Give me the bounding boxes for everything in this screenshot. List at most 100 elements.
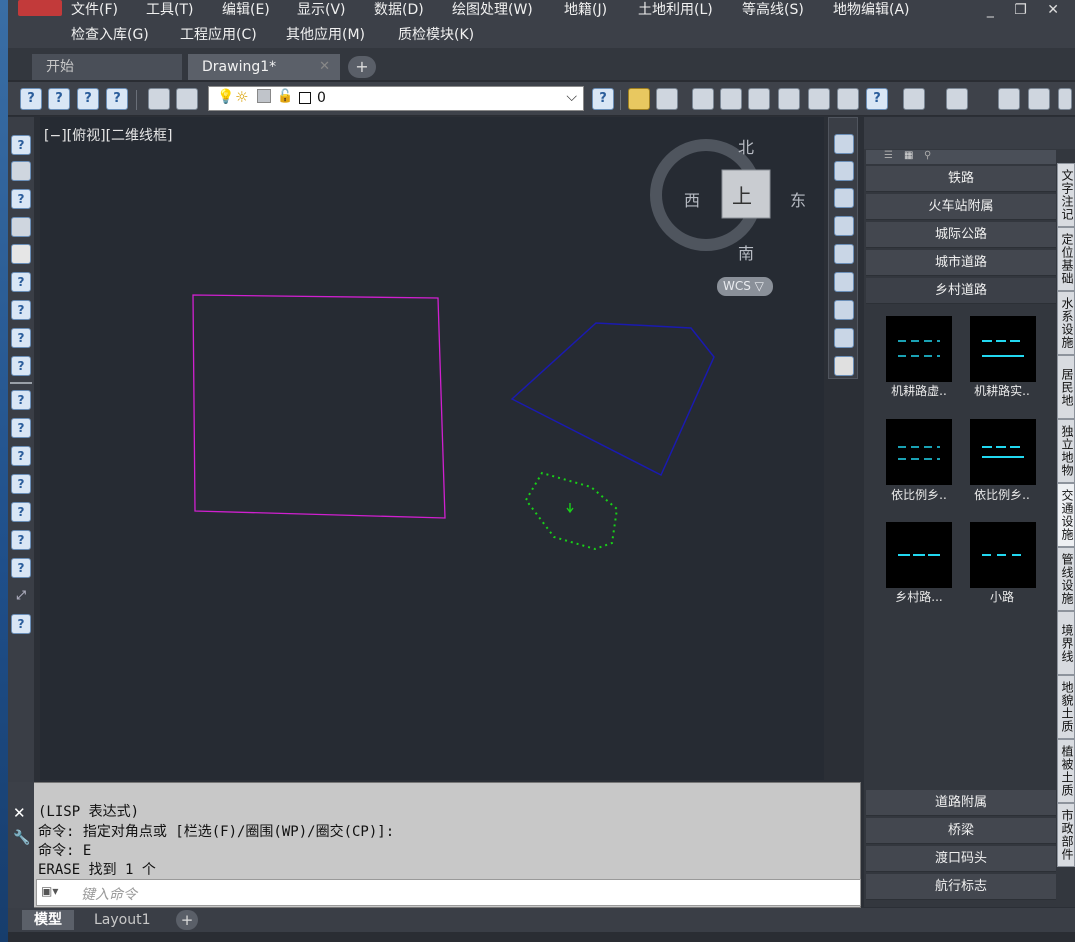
menu-feature-edit[interactable]: 地物编辑(A)	[833, 0, 910, 20]
category-ferry-dock[interactable]: 渡口码头	[866, 846, 1056, 872]
pan-hand-icon[interactable]	[720, 88, 742, 110]
drawing-canvas[interactable]	[40, 117, 824, 780]
compass-east-label[interactable]: 东	[790, 187, 806, 211]
menu-edit[interactable]: 编辑(E)	[222, 0, 270, 20]
zoom-window-icon[interactable]	[834, 272, 854, 292]
viewport-label[interactable]: [−][俯视][二维线框]	[44, 125, 173, 145]
nodes-icon[interactable]	[11, 217, 31, 237]
help-icon[interactable]: ?	[592, 88, 614, 110]
help-icon[interactable]: ?	[866, 88, 888, 110]
side-tab-water-system[interactable]: 水系设施	[1057, 291, 1075, 355]
tab-close-icon[interactable]: ✕	[319, 54, 330, 80]
menu-cadastre[interactable]: 地籍(J)	[564, 0, 607, 20]
zoom-window-icon[interactable]	[778, 88, 800, 110]
category-train-station[interactable]: 火车站附属	[866, 194, 1056, 220]
side-tab-landform[interactable]: 地貌土质	[1057, 675, 1075, 739]
zoom-extents-icon[interactable]	[808, 88, 830, 110]
category-rural-road[interactable]: 乡村道路	[866, 278, 1056, 304]
grid-view-icon[interactable]: ▦	[904, 150, 913, 161]
menu-engineering[interactable]: 工程应用(C)	[180, 25, 257, 45]
category-city-road[interactable]: 城市道路	[866, 250, 1056, 276]
menu-other-apps[interactable]: 其他应用(M)	[286, 25, 365, 45]
save-icon[interactable]	[656, 88, 678, 110]
menu-data[interactable]: 数据(D)	[374, 0, 424, 20]
panel-view-tabs[interactable]: ☰ ▦ ⚲	[866, 150, 1056, 164]
tab-drawing1[interactable]: Drawing1* ✕	[188, 54, 340, 80]
side-tab-traffic-facility[interactable]: 交通设施	[1057, 483, 1075, 547]
category-navigation-mark[interactable]: 航行标志	[866, 874, 1056, 900]
menu-check-db[interactable]: 检查入库(G)	[71, 25, 149, 45]
viewcube-top-label[interactable]: 上	[732, 180, 752, 209]
side-tab-independent-feature[interactable]: 独立地物	[1057, 419, 1075, 483]
menu-draw-process[interactable]: 绘图处理(W)	[452, 0, 533, 20]
help-icon[interactable]: ?	[106, 88, 128, 110]
location-pin-icon[interactable]: ⚲	[924, 150, 931, 161]
help-icon[interactable]: ?	[11, 135, 31, 155]
layer-states-icon[interactable]	[176, 88, 198, 110]
erase-icon[interactable]	[692, 88, 714, 110]
side-tab-residential[interactable]: 居民地	[1057, 355, 1075, 419]
open-folder-icon[interactable]	[628, 88, 650, 110]
drawing-geometry[interactable]	[40, 117, 824, 780]
side-tab-municipal[interactable]: 市政部件	[1057, 803, 1075, 867]
side-tab-vegetation[interactable]: 植被土质	[1057, 739, 1075, 803]
tab-model[interactable]: 模型	[22, 910, 74, 930]
help-icon[interactable]: ?	[77, 88, 99, 110]
wrench-icon[interactable]: 🔧	[13, 830, 30, 846]
help-icon[interactable]: ?	[11, 614, 31, 634]
layers-icon[interactable]	[834, 134, 854, 154]
symbol-tile-dashed[interactable]	[886, 316, 952, 382]
zoom-extents-icon[interactable]	[834, 300, 854, 320]
menu-tools[interactable]: 工具(T)	[146, 0, 193, 20]
category-intercity-road[interactable]: 城际公路	[866, 222, 1056, 248]
measure-distance-icon[interactable]: ⤢	[11, 586, 31, 606]
add-layout-button[interactable]: +	[176, 910, 198, 930]
help-icon[interactable]: ?	[11, 189, 31, 209]
compass-north-label[interactable]: 北	[738, 134, 754, 158]
help-icon[interactable]: ?	[11, 390, 31, 410]
menu-land-use[interactable]: 土地利用(L)	[638, 0, 713, 20]
window-controls[interactable]: _ ❐ ✕	[987, 2, 1067, 18]
redo-icon[interactable]	[946, 88, 968, 110]
side-tab-boundary[interactable]: 境界线	[1057, 611, 1075, 675]
symbol-tile-solid[interactable]	[970, 316, 1036, 382]
side-tab-positioning[interactable]: 定位基础	[1057, 227, 1075, 291]
undo-icon[interactable]	[903, 88, 925, 110]
tab-start[interactable]: 开始	[32, 54, 182, 80]
new-tab-button[interactable]: +	[348, 56, 376, 78]
edit-pen-icon[interactable]	[834, 188, 854, 208]
layer-color-swatch[interactable]	[299, 92, 311, 104]
menu-file[interactable]: 文件(F)	[71, 0, 118, 20]
menu-contour[interactable]: 等高线(S)	[742, 0, 804, 20]
help-icon[interactable]: ?	[20, 88, 42, 110]
layer-viewport-icon[interactable]	[257, 89, 271, 103]
side-tab-text-annotation[interactable]: 文字注记	[1057, 163, 1075, 227]
symbol-tile-single-dash[interactable]	[886, 522, 952, 588]
help-icon[interactable]: ?	[11, 356, 31, 376]
tab-layout1[interactable]: Layout1	[82, 910, 163, 930]
help-icon[interactable]: ?	[11, 300, 31, 320]
menu-qc-module[interactable]: 质检模块(K)	[398, 25, 474, 45]
command-prompt-icon[interactable]: ▣▾	[41, 884, 58, 898]
camera-icon[interactable]	[11, 244, 31, 264]
help-icon[interactable]: ?	[11, 558, 31, 578]
pencil-icon[interactable]	[1058, 88, 1072, 110]
layer-sun-icon[interactable]: ☼	[235, 88, 248, 106]
wcs-menu-button[interactable]: WCS ▽	[717, 277, 773, 296]
search-object-icon[interactable]	[834, 161, 854, 181]
help-icon[interactable]: ?	[11, 272, 31, 292]
category-road-auxiliary[interactable]: 道路附属	[866, 790, 1056, 816]
layer-unlock-icon[interactable]: 🔓	[277, 89, 293, 104]
brush-icon[interactable]	[11, 161, 31, 181]
help-icon[interactable]: ?	[11, 502, 31, 522]
symbol-tile-solid[interactable]	[970, 419, 1036, 485]
zoom-previous-icon[interactable]	[834, 328, 854, 348]
eraser-delete-icon[interactable]	[834, 356, 854, 376]
compass-west-label[interactable]: 西	[684, 187, 700, 211]
help-icon[interactable]: ?	[11, 446, 31, 466]
category-railway[interactable]: 铁路	[866, 166, 1056, 192]
category-bridge[interactable]: 桥梁	[866, 818, 1056, 844]
chevron-down-icon[interactable]: ⌵	[566, 89, 577, 105]
symbol-tile-dashed[interactable]	[886, 419, 952, 485]
help-icon[interactable]: ?	[11, 474, 31, 494]
